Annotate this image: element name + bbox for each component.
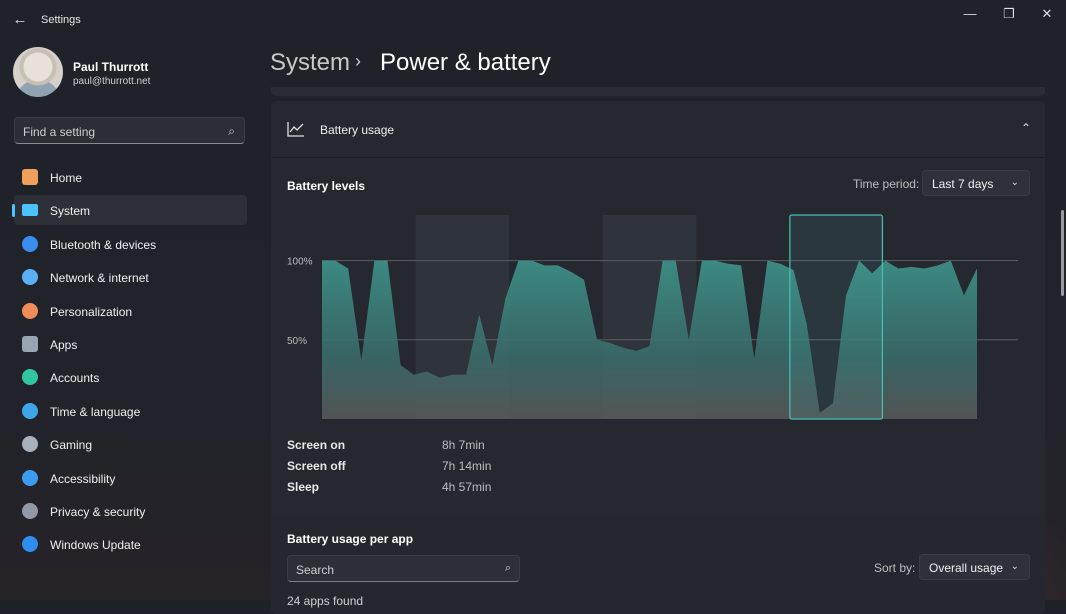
sidebar-item-label: Time & language xyxy=(50,404,141,419)
sidebar-item-windows-update[interactable]: Windows Update xyxy=(14,529,247,559)
sidebar-item-gaming[interactable]: Gaming xyxy=(14,429,247,459)
back-arrow-icon[interactable]: ← xyxy=(11,10,29,30)
time-period-dropdown[interactable]: Last 7 days ⌄ xyxy=(922,170,1030,196)
y-tick-label: 50% xyxy=(287,336,307,347)
sleep-label: Sleep xyxy=(287,480,320,494)
battery-levels-title: Battery levels xyxy=(287,179,366,193)
sidebar-item-label: System xyxy=(50,204,91,219)
battery-usage-header[interactable]: Battery usage ⌃ xyxy=(271,101,1045,158)
update-icon xyxy=(22,536,38,553)
title-bar: ← Settings — ❐ ✕ xyxy=(0,0,1066,40)
accounts-icon xyxy=(22,369,38,386)
chart-line-icon xyxy=(287,122,304,137)
app-search-placeholder: Search xyxy=(296,563,335,577)
chevron-down-icon: ⌄ xyxy=(1010,561,1019,572)
shield-icon xyxy=(22,502,38,519)
sidebar-item-network-internet[interactable]: Network & internet xyxy=(14,262,247,292)
chevron-up-icon[interactable]: ⌃ xyxy=(1021,121,1031,135)
search-icon: ⌕ xyxy=(504,562,511,574)
sidebar-item-accounts[interactable]: Accounts xyxy=(14,362,247,392)
sort-by-label: Sort by: xyxy=(874,561,916,575)
breadcrumb-parent[interactable]: System xyxy=(270,49,350,77)
search-icon: ⌕ xyxy=(228,124,235,138)
sidebar-item-bluetooth-devices[interactable]: Bluetooth & devices xyxy=(14,229,247,259)
bluetooth-icon xyxy=(22,235,38,252)
sidebar-item-label: Accessibility xyxy=(50,471,116,486)
screen-off-value: 7h 14min xyxy=(442,459,492,473)
apps-icon xyxy=(22,335,38,352)
user-email: paul@thurrott.net xyxy=(73,76,151,87)
sidebar-item-label: Personalization xyxy=(50,304,133,319)
sidebar-item-accessibility[interactable]: Accessibility xyxy=(14,463,247,493)
page-title: Power & battery xyxy=(380,49,551,76)
sort-by-value: Overall usage xyxy=(929,561,1004,575)
sort-by-dropdown[interactable]: Overall usage ⌄ xyxy=(919,554,1030,580)
scrollbar-thumb[interactable] xyxy=(1061,210,1064,296)
battery-usage-card: Battery usage ⌃ Battery levels Time peri… xyxy=(271,101,1045,521)
sidebar-nav: Home System Bluetooth & devices Network & i… xyxy=(12,162,247,563)
previous-card-edge xyxy=(271,87,1045,96)
sidebar-item-system[interactable]: System xyxy=(12,195,247,226)
gaming-icon xyxy=(22,436,38,453)
accessibility-icon xyxy=(22,469,38,486)
chevron-down-icon: ⌄ xyxy=(1010,177,1019,188)
sidebar-item-label: Network & internet xyxy=(50,271,149,286)
app-title: Settings xyxy=(41,14,81,26)
sidebar-item-label: Accounts xyxy=(50,371,100,386)
sidebar-item-label: Gaming xyxy=(50,438,93,453)
sidebar-item-home[interactable]: Home xyxy=(14,162,247,192)
screen-off-label: Screen off xyxy=(287,459,346,473)
chevron-right-icon: › xyxy=(355,51,361,71)
system-icon xyxy=(22,204,38,217)
per-app-title: Battery usage per app xyxy=(287,532,414,546)
brush-icon xyxy=(22,302,38,319)
apps-found-count: 24 apps found xyxy=(287,594,364,608)
sidebar-item-label: Bluetooth & devices xyxy=(50,237,157,252)
sidebar-item-time-language[interactable]: Time & language xyxy=(14,396,247,426)
globe-clock-icon xyxy=(22,402,38,419)
sidebar-item-privacy-security[interactable]: Privacy & security xyxy=(14,496,247,526)
battery-usage-title: Battery usage xyxy=(320,123,395,137)
sidebar-item-personalization[interactable]: Personalization xyxy=(14,296,247,326)
selection-indicator xyxy=(12,204,15,218)
screen-on-label: Screen on xyxy=(287,438,346,452)
avatar[interactable] xyxy=(13,47,63,97)
user-name: Paul Thurrott xyxy=(73,60,149,74)
battery-per-app-card: Battery usage per app Search ⌕ Sort by: … xyxy=(271,514,1045,614)
sidebar-item-label: Privacy & security xyxy=(50,504,146,519)
screen-on-value: 8h 7min xyxy=(442,438,485,452)
close-button[interactable]: ✕ xyxy=(1024,0,1066,30)
sidebar-item-label: Apps xyxy=(50,337,78,352)
network-icon xyxy=(22,269,38,286)
y-tick-label: 100% xyxy=(287,257,313,268)
time-period-label: Time period: xyxy=(853,177,920,191)
time-period-value: Last 7 days xyxy=(932,177,994,191)
sleep-value: 4h 57min xyxy=(442,480,492,494)
battery-levels-chart[interactable]: 100% 50% xyxy=(271,211,1045,426)
sidebar-item-apps[interactable]: Apps xyxy=(14,329,247,359)
search-placeholder: Find a setting xyxy=(23,125,96,139)
app-search-input[interactable]: Search ⌕ xyxy=(287,555,520,582)
sidebar-item-label: Windows Update xyxy=(50,538,141,553)
sidebar-item-label: Home xyxy=(50,171,83,185)
search-input[interactable]: Find a setting ⌕ xyxy=(14,117,245,144)
home-icon xyxy=(22,169,38,185)
selected-day-highlight xyxy=(789,214,884,420)
